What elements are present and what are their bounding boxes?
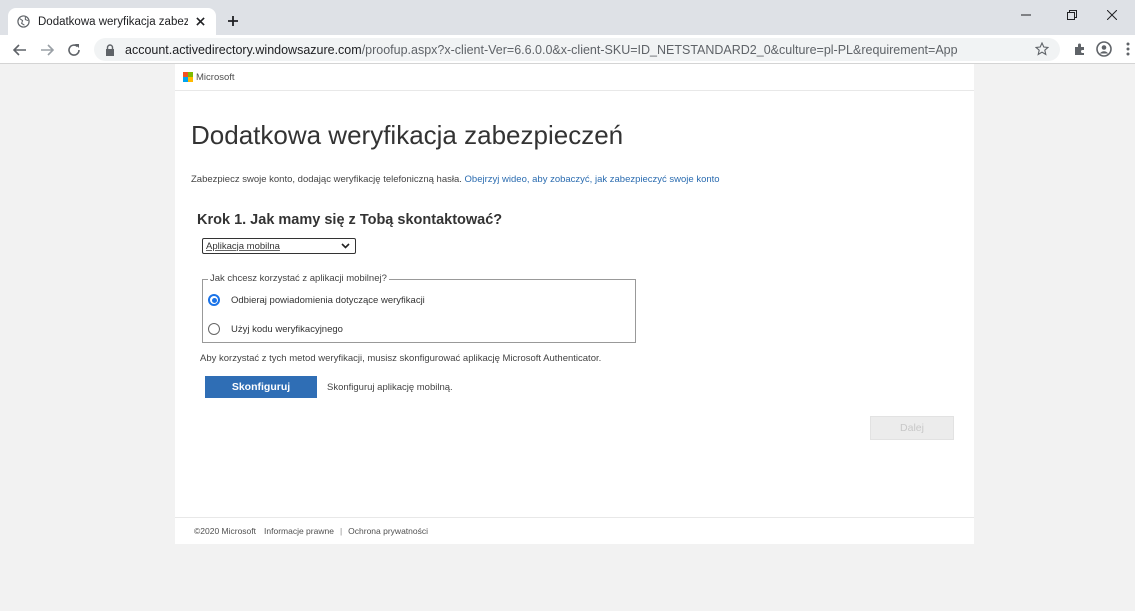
intro-description: Zabezpiecz swoje konto, dodając weryfika… [191, 174, 462, 185]
url-host: account.activedirectory.windowsazure.com [125, 42, 362, 57]
page-footer: ©2020 Microsoft Informacje prawne | Ochr… [175, 517, 974, 544]
configure-button[interactable]: Skonfiguruj [205, 376, 317, 398]
page-title: Dodatkowa weryfikacja zabezpieczeń [191, 120, 624, 150]
tab-title: Dodatkowa weryfikacja zabezpiec [38, 15, 188, 28]
microsoft-logo-icon [183, 72, 193, 82]
next-button[interactable]: Dalej [870, 416, 954, 440]
radio-checked-icon[interactable] [208, 294, 220, 306]
footer-separator: | [339, 526, 343, 536]
chevron-down-icon [339, 240, 351, 252]
forward-icon[interactable] [36, 39, 58, 61]
logo-square-yellow [188, 77, 193, 82]
radio-unchecked-icon[interactable] [208, 323, 220, 335]
configure-description: Skonfiguruj aplikację mobilną. [327, 382, 453, 393]
intro-text: Zabezpiecz swoje konto, dodając weryfika… [191, 174, 720, 185]
contact-method-value: Aplikacja mobilna [206, 240, 280, 252]
lock-icon[interactable] [103, 43, 117, 57]
privacy-link[interactable]: Ochrona prywatności [348, 526, 428, 536]
radio-notifications[interactable]: Odbieraj powiadomienia dotyczące weryfik… [208, 294, 425, 306]
profile-icon[interactable] [1094, 39, 1114, 59]
logo-square-blue [183, 77, 188, 82]
url-path: /proofup.aspx?x-client-Ver=6.6.0.0&x-cli… [361, 42, 958, 57]
radio-code-label: Użyj kodu weryfikacyjnego [231, 323, 343, 335]
logo-square-green [188, 72, 193, 77]
radio-notifications-label: Odbieraj powiadomienia dotyczące weryfik… [231, 294, 425, 306]
copyright: ©2020 Microsoft [194, 526, 257, 536]
plus-icon[interactable] [222, 10, 244, 32]
url-text: account.activedirectory.windowsazure.com… [125, 43, 958, 57]
star-icon[interactable] [1034, 41, 1050, 57]
radio-verification-code[interactable]: Użyj kodu weryfikacyjnego [208, 323, 343, 335]
extensions-icon[interactable] [1070, 39, 1090, 59]
address-bar[interactable]: account.activedirectory.windowsazure.com… [94, 38, 1060, 61]
browser-tab[interactable]: Dodatkowa weryfikacja zabezpiec [8, 8, 216, 35]
browser-toolbar: account.activedirectory.windowsazure.com… [0, 35, 1135, 64]
microsoft-logo: Microsoft [183, 72, 235, 83]
close-icon[interactable] [192, 13, 208, 29]
back-icon[interactable] [9, 39, 31, 61]
close-window-icon[interactable] [1089, 0, 1135, 30]
logo-square-red [183, 72, 188, 77]
reload-icon[interactable] [63, 39, 85, 61]
mobile-app-options: Jak chcesz korzystać z aplikacji mobilne… [202, 273, 636, 343]
legal-link[interactable]: Informacje prawne [264, 526, 334, 536]
menu-icon[interactable] [1118, 39, 1135, 59]
page-header: Microsoft [175, 64, 974, 91]
globe-icon [16, 15, 30, 29]
step-title: Krok 1. Jak mamy się z Tobą skontaktować… [197, 212, 503, 228]
page-container: Microsoft Dodatkowa weryfikacja zabezpie… [175, 64, 974, 544]
watch-video-link[interactable]: Obejrzyj wideo, aby zobaczyć, jak zabezp… [465, 174, 720, 185]
contact-method-select[interactable]: Aplikacja mobilna [202, 238, 356, 254]
authenticator-info: Aby korzystać z tych metod weryfikacji, … [200, 353, 602, 364]
brand-name: Microsoft [196, 71, 235, 83]
tab-strip: Dodatkowa weryfikacja zabezpiec [0, 0, 1135, 35]
fieldset-legend: Jak chcesz korzystać z aplikacji mobilne… [208, 273, 389, 284]
minimize-icon[interactable] [1003, 0, 1049, 30]
